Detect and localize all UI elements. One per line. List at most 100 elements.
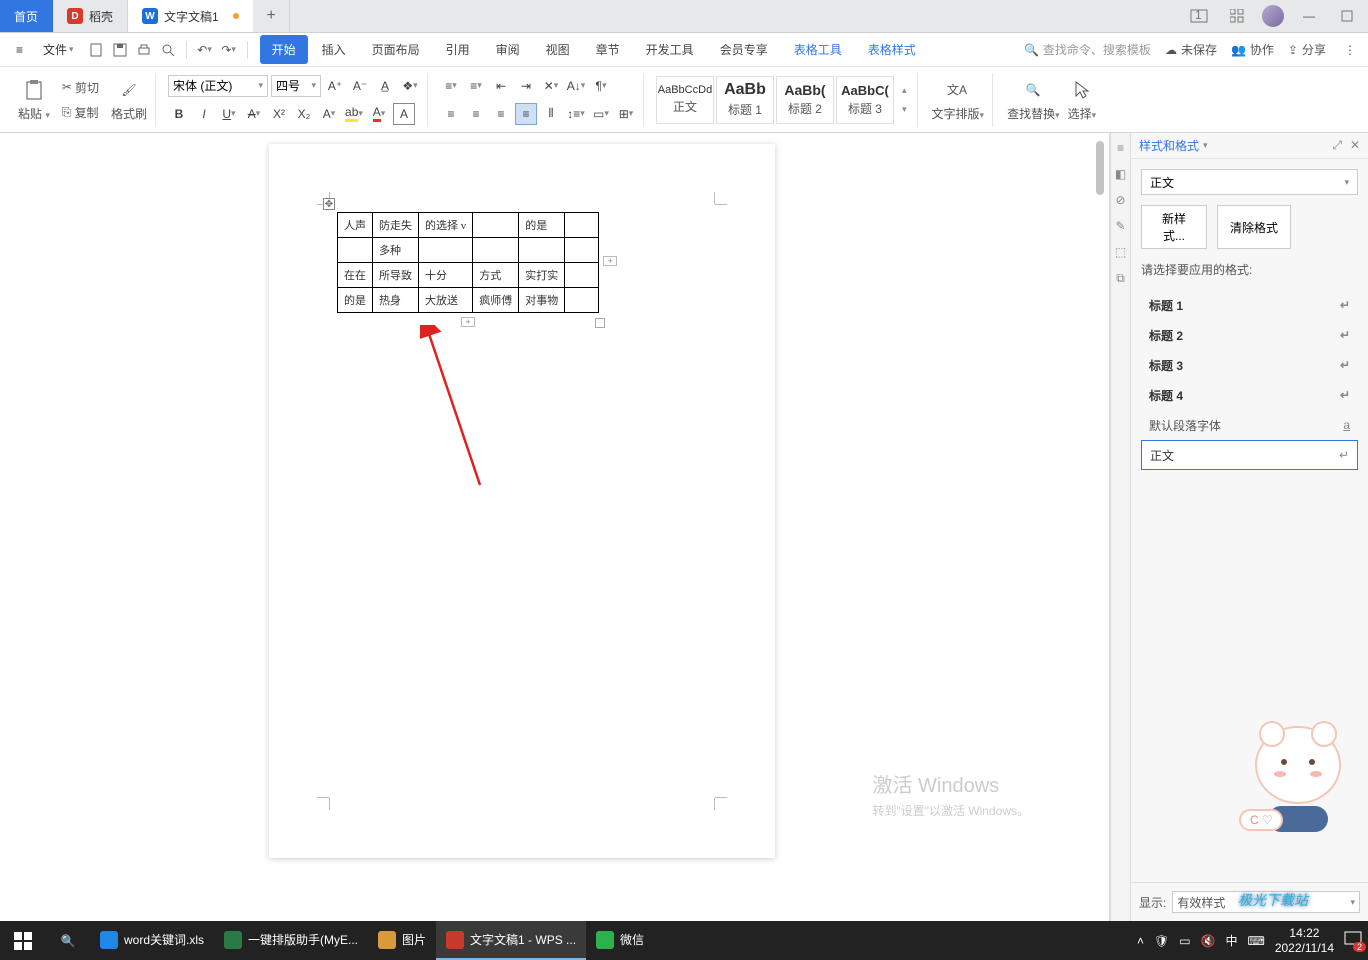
table-resize-handle[interactable] (595, 318, 605, 328)
table-cell[interactable]: 对事物 (519, 288, 565, 313)
menu-insert[interactable]: 插入 (310, 35, 358, 64)
outdent-icon[interactable]: ⇤ (490, 75, 512, 97)
menu-review[interactable]: 审阅 (484, 35, 532, 64)
reading-mode-icon[interactable]: 1 (1186, 3, 1212, 29)
decrease-font-icon[interactable]: A⁻ (349, 75, 371, 97)
find-replace-button[interactable]: 🔍 查找替换▾ (1005, 76, 1062, 124)
pin-icon[interactable]: ⤢ (1332, 138, 1342, 153)
tab-document[interactable]: W 文字文稿1 (128, 0, 254, 32)
text-typeset-button[interactable]: 文A 文字排版▾ (930, 76, 987, 124)
unsaved-status[interactable]: ☁未保存 (1165, 41, 1217, 58)
table-cell[interactable]: 在在 (338, 263, 373, 288)
highlight-button[interactable]: ab▾ (343, 103, 365, 125)
distribute-icon[interactable]: ⫴ (540, 103, 562, 125)
user-avatar[interactable] (1262, 5, 1284, 27)
numbering-icon[interactable]: ≡▾ (465, 75, 487, 97)
char-border-icon[interactable]: A (393, 103, 415, 125)
table-cell[interactable] (565, 288, 599, 313)
side-tool-icon[interactable]: ⬚ (1115, 245, 1126, 259)
style-h1[interactable]: AaBb标题 1 (716, 76, 774, 124)
line-spacing-icon[interactable]: ↕≡▾ (565, 103, 587, 125)
change-case-icon[interactable]: A̲ (374, 75, 396, 97)
table-cell[interactable] (565, 238, 599, 263)
close-panel-icon[interactable]: ✕ (1350, 138, 1360, 153)
font-size-select[interactable]: 四号▾ (271, 75, 321, 97)
tray-ime[interactable]: 中 (1225, 932, 1237, 949)
tray-battery-icon[interactable]: ▭ (1179, 934, 1190, 948)
table-cell[interactable] (419, 238, 473, 263)
menu-member[interactable]: 会员专享 (708, 35, 780, 64)
paragraph-mark-icon[interactable]: ¶▾ (590, 75, 612, 97)
align-justify-icon[interactable]: ≡ (515, 103, 537, 125)
menu-devtools[interactable]: 开发工具 (634, 35, 706, 64)
style-list-item[interactable]: 标题 3↵ (1141, 350, 1358, 380)
table-cell[interactable]: 多种 (373, 238, 419, 263)
table-cell[interactable]: 防走失 (373, 213, 419, 238)
text-effect-button[interactable]: A▾ (318, 103, 340, 125)
side-tool-icon[interactable]: ⊘ (1115, 193, 1125, 207)
table-cell[interactable]: 热身 (373, 288, 419, 313)
gallery-down-icon[interactable]: ▾ (902, 104, 907, 115)
taskbar-item[interactable]: 图片 (368, 921, 436, 960)
more-menu-icon[interactable]: ⋮ (1340, 43, 1360, 57)
file-menu[interactable]: 文件 ▾ (35, 37, 82, 62)
underline-button[interactable]: U▾ (218, 103, 240, 125)
undo-icon[interactable]: ↶ ▾ (195, 40, 215, 60)
print-icon[interactable] (134, 40, 154, 60)
print-preview-icon[interactable] (158, 40, 178, 60)
side-tool-icon[interactable]: ◧ (1115, 167, 1126, 181)
table-cell[interactable]: 实打实 (519, 263, 565, 288)
tray-up-icon[interactable]: ˄ (1137, 934, 1144, 948)
table-cell[interactable]: 十分 (419, 263, 473, 288)
minimize-window-button[interactable]: — (1296, 3, 1322, 29)
tray-shield-icon[interactable]: 🛡 (1154, 934, 1169, 948)
show-filter-select[interactable]: 有效样式▾ (1172, 891, 1360, 913)
bullets-icon[interactable]: ≡▾ (440, 75, 462, 97)
scroll-thumb[interactable] (1096, 141, 1104, 195)
style-h3[interactable]: AaBbC(标题 3 (836, 76, 894, 124)
hamburger-icon[interactable]: ≡ (8, 39, 31, 61)
taskbar-item[interactable]: 微信 (586, 921, 654, 960)
menu-page-layout[interactable]: 页面布局 (360, 35, 432, 64)
side-tool-icon[interactable]: ✎ (1115, 219, 1125, 233)
superscript-button[interactable]: X² (268, 103, 290, 125)
sort-icon[interactable]: A↓▾ (565, 75, 587, 97)
paste-button[interactable]: 粘贴 ▾ (16, 76, 52, 124)
indent-icon[interactable]: ⇥ (515, 75, 537, 97)
new-icon[interactable] (86, 40, 106, 60)
document-area[interactable]: ✥ 人声防走失的选择 v的是多种在在所导致十分方式实打实的是热身大放送疯师傅对事… (0, 133, 1110, 921)
menu-section[interactable]: 章节 (584, 35, 632, 64)
select-button[interactable]: 选择▾ (1066, 76, 1099, 124)
align-right-icon[interactable]: ≡ (490, 103, 512, 125)
style-body[interactable]: AaBbCcDd正文 (656, 76, 714, 124)
new-style-button[interactable]: 新样式... (1141, 205, 1207, 249)
side-tool-icon[interactable]: ≡ (1117, 141, 1124, 155)
menu-view[interactable]: 视图 (534, 35, 582, 64)
format-painter-button[interactable]: 🖌 格式刷 (109, 76, 149, 124)
cut-button[interactable]: ✂剪切 (60, 77, 101, 98)
maximize-window-button[interactable] (1334, 3, 1360, 29)
clear-format-button[interactable]: 清除格式 (1217, 205, 1291, 249)
italic-button[interactable]: I (193, 103, 215, 125)
font-name-select[interactable]: 宋体 (正文)▾ (168, 75, 268, 97)
redo-icon[interactable]: ↷ ▾ (219, 40, 239, 60)
doc-scroll-track[interactable] (1096, 141, 1106, 913)
search-commands[interactable]: 🔍查找命令、搜索模板 (1024, 41, 1151, 58)
table-cell[interactable] (565, 213, 599, 238)
new-tab-button[interactable]: + (254, 0, 290, 32)
taskbar-search-icon[interactable]: 🔍 (46, 921, 90, 960)
strikethrough-button[interactable]: A▾ (243, 103, 265, 125)
tab-home[interactable]: 首页 (0, 0, 53, 32)
table-cell[interactable]: 大放送 (419, 288, 473, 313)
reveal-invisible-icon[interactable]: ✕▾ (540, 75, 562, 97)
subscript-button[interactable]: X₂ (293, 103, 315, 125)
clear-format-icon[interactable]: ❖▾ (399, 75, 421, 97)
table-cell[interactable] (565, 263, 599, 288)
style-list-item[interactable]: 标题 2↵ (1141, 320, 1358, 350)
menu-reference[interactable]: 引用 (434, 35, 482, 64)
taskbar-item[interactable]: word关键词.xls (90, 921, 214, 960)
copy-button[interactable]: ⎘复制 (60, 102, 101, 123)
style-list-item[interactable]: 标题 4↵ (1141, 380, 1358, 410)
table-move-handle[interactable]: ✥ (323, 198, 335, 210)
table-cell[interactable] (473, 213, 519, 238)
